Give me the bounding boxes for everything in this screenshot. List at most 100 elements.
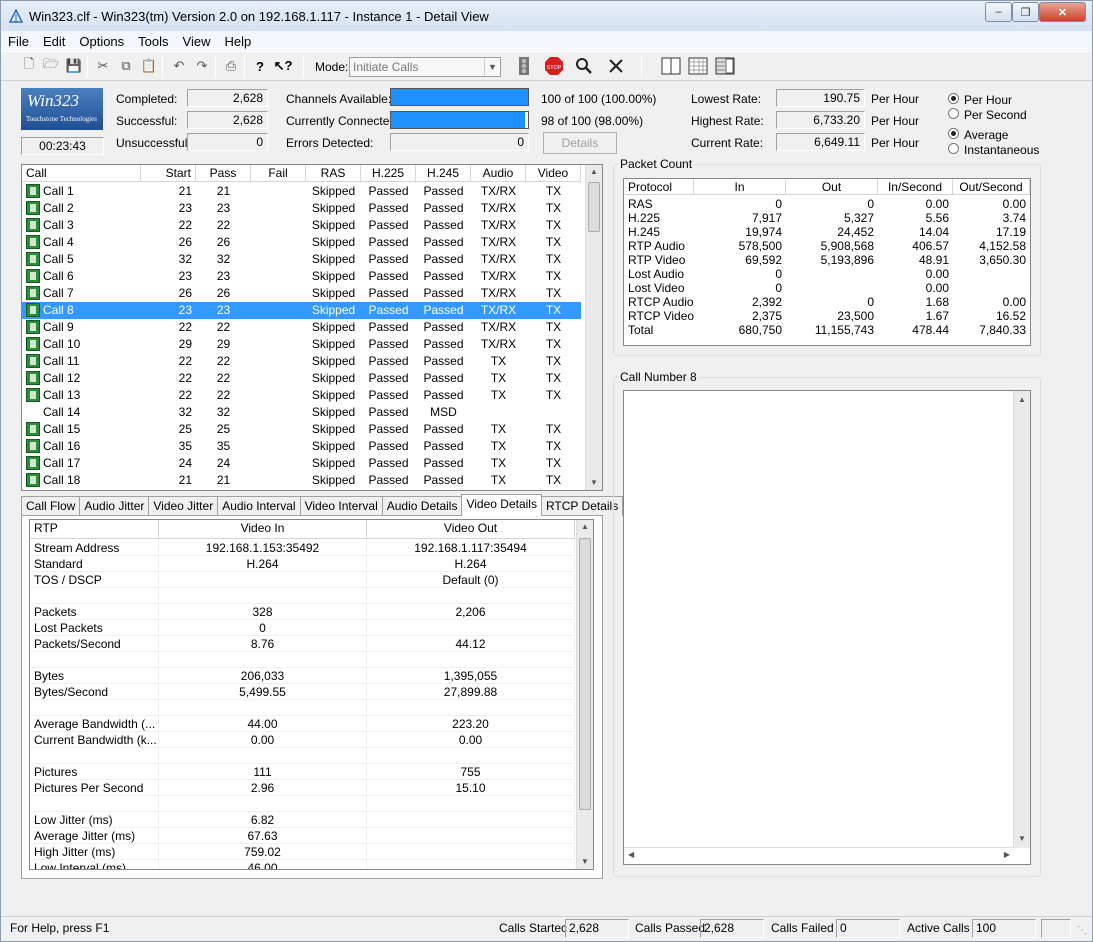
call-flow-view[interactable]: ▲ ▼ ◀ ▶ bbox=[623, 390, 1031, 865]
column-header-h225[interactable]: H.225 bbox=[361, 165, 416, 182]
table-row[interactable]: Average Bandwidth (... 44.00 223.20 bbox=[30, 716, 575, 732]
table-row[interactable] bbox=[30, 652, 575, 668]
tab-video-details[interactable]: Video Details bbox=[461, 494, 542, 516]
table-row[interactable]: Call 2 23 23 Skipped Passed Passed TX/RX TX bbox=[22, 200, 581, 217]
column-header-video[interactable]: Video bbox=[526, 165, 581, 182]
column-header-start[interactable]: Start bbox=[141, 165, 196, 182]
scroll-up-icon[interactable]: ▲ bbox=[1014, 393, 1030, 407]
table-row[interactable] bbox=[30, 588, 575, 604]
average-label[interactable]: Average bbox=[964, 128, 1008, 142]
table-row[interactable]: Low Interval (ms) 46.00 bbox=[30, 860, 575, 869]
per-hour-radio[interactable] bbox=[948, 93, 959, 104]
tab-video-interval[interactable]: Video Interval bbox=[299, 496, 383, 516]
column-header-rtp[interactable]: RTP bbox=[30, 520, 159, 539]
table-row[interactable]: TOS / DSCP Default (0) bbox=[30, 572, 575, 588]
save-icon[interactable]: 💾 bbox=[64, 56, 84, 76]
table-row[interactable]: Call 10 29 29 Skipped Passed Passed TX/RX TX bbox=[22, 336, 581, 353]
table-row[interactable]: Pictures 111 755 bbox=[30, 764, 575, 780]
average-radio[interactable] bbox=[948, 128, 959, 139]
table-row[interactable]: Current Bandwidth (k... 0.00 0.00 bbox=[30, 732, 575, 748]
table-row[interactable]: High Jitter (ms) 759.02 bbox=[30, 844, 575, 860]
table-row[interactable]: Call 5 32 32 Skipped Passed Passed TX/RX TX bbox=[22, 251, 581, 268]
cut-icon[interactable]: ✂ bbox=[93, 56, 113, 76]
table-row[interactable]: Packets/Second 8.76 44.12 bbox=[30, 636, 575, 652]
table-row[interactable]: H.245 19,974 24,452 14.04 17.19 bbox=[624, 225, 1030, 239]
scroll-thumb[interactable] bbox=[579, 538, 591, 810]
scroll-thumb[interactable] bbox=[588, 182, 600, 232]
table-row[interactable]: Call 11 22 22 Skipped Passed Passed TX TX bbox=[22, 353, 581, 370]
table-row[interactable]: Call 4 26 26 Skipped Passed Passed TX/RX TX bbox=[22, 234, 581, 251]
table-row[interactable]: Packets 328 2,206 bbox=[30, 604, 575, 620]
menu-file[interactable]: File bbox=[1, 34, 36, 49]
column-header-fail[interactable]: Fail bbox=[251, 165, 306, 182]
print-icon[interactable]: ⎙ bbox=[221, 56, 241, 76]
per-second-label[interactable]: Per Second bbox=[964, 108, 1027, 122]
tab-rtcp-details[interactable]: RTCP Details bbox=[540, 496, 624, 516]
tab-audio-jitter[interactable]: Audio Jitter bbox=[79, 496, 150, 516]
table-row[interactable]: Low Jitter (ms) 6.82 bbox=[30, 812, 575, 828]
scroll-down-icon[interactable]: ▼ bbox=[577, 855, 593, 869]
rtp-details-table[interactable]: RTP Video In Video Out Stream Address 192… bbox=[29, 519, 594, 870]
column-header-ras[interactable]: RAS bbox=[306, 165, 361, 182]
table-row[interactable] bbox=[30, 748, 575, 764]
column-header-video-out[interactable]: Video Out bbox=[367, 520, 575, 539]
calls-list[interactable]: Call Start Pass Fail RAS H.225 H.245 Aud… bbox=[21, 164, 603, 491]
column-header-in-second[interactable]: In/Second bbox=[878, 179, 953, 195]
stop-icon[interactable]: STOP bbox=[544, 56, 564, 76]
table-row[interactable]: Call 16 35 35 Skipped Passed Passed TX TX bbox=[22, 438, 581, 455]
table-row[interactable]: RAS 0 0 0.00 0.00 bbox=[624, 197, 1030, 211]
table-row[interactable]: Call 8 23 23 Skipped Passed Passed TX/RX TX bbox=[22, 302, 581, 319]
table-row[interactable]: Call 14 32 32 Skipped Passed MSD bbox=[22, 404, 581, 421]
scroll-down-icon[interactable]: ▼ bbox=[586, 476, 602, 490]
table-row[interactable] bbox=[30, 796, 575, 812]
table-row[interactable]: Average Jitter (ms) 67.63 bbox=[30, 828, 575, 844]
context-help-icon[interactable]: ↖? bbox=[273, 56, 293, 76]
table-row[interactable]: RTP Video 69,592 5,193,896 48.91 3,650.30 bbox=[624, 253, 1030, 267]
split-view-icon[interactable] bbox=[661, 56, 681, 76]
table-row[interactable]: Lost Packets 0 bbox=[30, 620, 575, 636]
column-header-call[interactable]: Call bbox=[22, 165, 141, 182]
tab-audio-details[interactable]: Audio Details bbox=[381, 496, 463, 516]
scroll-up-icon[interactable]: ▲ bbox=[586, 165, 602, 179]
table-row[interactable]: Call 18 21 21 Skipped Passed Passed TX TX bbox=[22, 472, 581, 489]
menu-view[interactable]: View bbox=[176, 34, 218, 49]
call-flow-vscrollbar[interactable]: ▲ ▼ bbox=[1013, 391, 1030, 848]
column-header-video-in[interactable]: Video In bbox=[159, 520, 367, 539]
table-row[interactable]: Lost Video 0 0.00 bbox=[624, 281, 1030, 295]
open-folder-icon[interactable]: 🗁 bbox=[41, 56, 61, 76]
minimize-button[interactable]: – bbox=[985, 2, 1012, 22]
table-row[interactable]: Call 3 22 22 Skipped Passed Passed TX/RX TX bbox=[22, 217, 581, 234]
table-row[interactable] bbox=[30, 700, 575, 716]
table-row[interactable]: Call 12 22 22 Skipped Passed Passed TX TX bbox=[22, 370, 581, 387]
resize-grip-icon[interactable]: ⋱ bbox=[1077, 925, 1087, 936]
menu-options[interactable]: Options bbox=[72, 34, 131, 49]
tab-audio-interval[interactable]: Audio Interval bbox=[217, 496, 301, 516]
tab-video-jitter[interactable]: Video Jitter bbox=[148, 496, 219, 516]
restore-button[interactable]: ❐ bbox=[1012, 2, 1039, 22]
table-row[interactable]: Lost Audio 0 0.00 bbox=[624, 267, 1030, 281]
detail-view-icon[interactable] bbox=[715, 56, 735, 76]
table-row[interactable]: Bytes 206,033 1,395,055 bbox=[30, 668, 575, 684]
column-header-out[interactable]: Out bbox=[786, 179, 878, 195]
table-row[interactable]: RTP Audio 578,500 5,908,568 406.57 4,152.58 bbox=[624, 239, 1030, 253]
table-row[interactable]: RTCP Video 2,375 23,500 1.67 16.52 bbox=[624, 309, 1030, 323]
table-row[interactable]: Call 6 23 23 Skipped Passed Passed TX/RX TX bbox=[22, 268, 581, 285]
column-header-in[interactable]: In bbox=[694, 179, 786, 195]
close-button[interactable]: ✕ bbox=[1039, 2, 1086, 22]
mode-select[interactable]: Initiate Calls ▼ bbox=[349, 57, 501, 77]
table-row[interactable]: H.225 7,917 5,327 5.56 3.74 bbox=[624, 211, 1030, 225]
packet-count-table[interactable]: Protocol In Out In/Second Out/Second RAS… bbox=[623, 178, 1031, 346]
table-row[interactable]: Call 9 22 22 Skipped Passed Passed TX/RX TX bbox=[22, 319, 581, 336]
scroll-down-icon[interactable]: ▼ bbox=[1014, 832, 1030, 846]
paste-icon[interactable]: 📋 bbox=[139, 56, 159, 76]
clear-icon[interactable] bbox=[606, 56, 626, 76]
table-row[interactable]: Call 7 26 26 Skipped Passed Passed TX/RX TX bbox=[22, 285, 581, 302]
table-row[interactable]: RTCP Audio 2,392 0 1.68 0.00 bbox=[624, 295, 1030, 309]
redo-icon[interactable]: ↷ bbox=[192, 56, 212, 76]
column-header-h245[interactable]: H.245 bbox=[416, 165, 471, 182]
call-flow-hscrollbar[interactable]: ◀ ▶ bbox=[624, 847, 1014, 864]
scroll-right-icon[interactable]: ▶ bbox=[1004, 850, 1010, 859]
scroll-left-icon[interactable]: ◀ bbox=[628, 850, 634, 859]
column-header-out-second[interactable]: Out/Second bbox=[953, 179, 1030, 195]
table-row[interactable]: Pictures Per Second 2.96 15.10 bbox=[30, 780, 575, 796]
